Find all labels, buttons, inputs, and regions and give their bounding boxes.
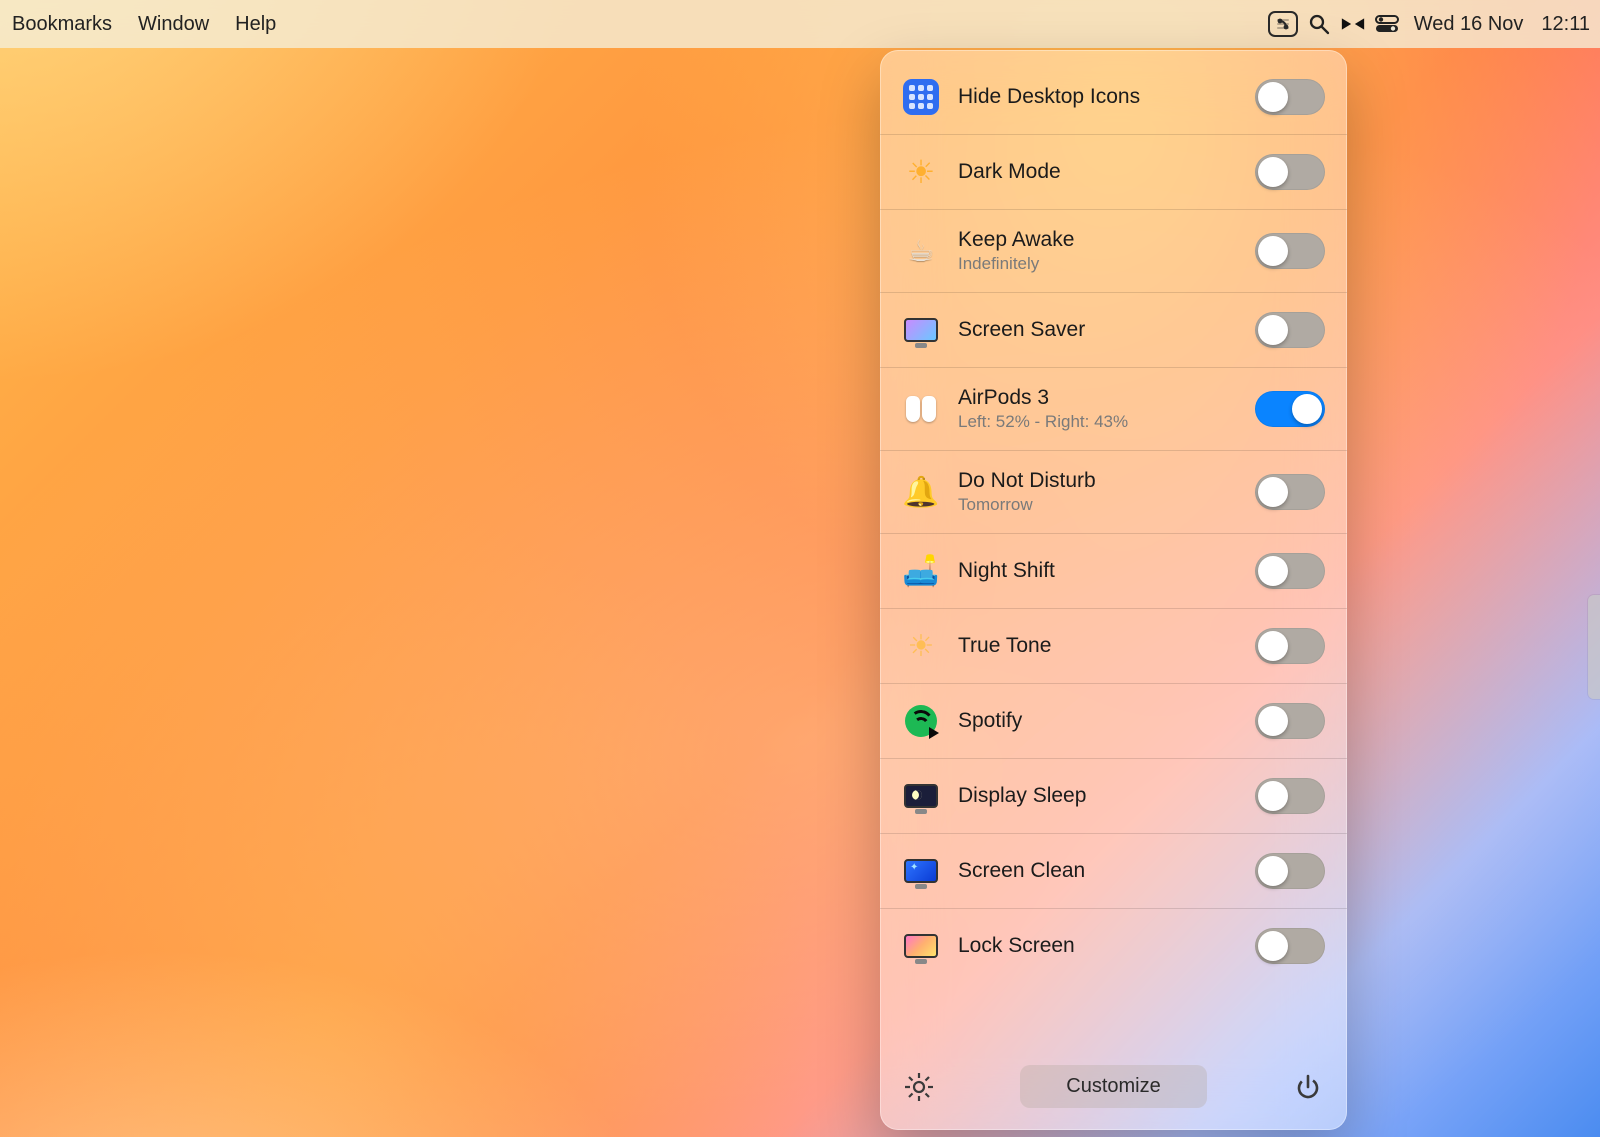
menu-bookmarks[interactable]: Bookmarks xyxy=(12,13,112,36)
toggle-hide-desktop-icons[interactable] xyxy=(1255,79,1325,115)
switch-row-lock-screen: Lock Screen xyxy=(880,909,1347,983)
control-center-icon[interactable] xyxy=(1374,11,1400,37)
switch-row-dark-mode: ☀︎ Dark Mode xyxy=(880,135,1347,210)
lock-screen-icon xyxy=(904,934,938,958)
menu-help[interactable]: Help xyxy=(235,13,276,36)
switch-label: Spotify xyxy=(958,709,1237,733)
sun-icon: ☀︎ xyxy=(907,153,936,191)
airpods-icon xyxy=(906,396,936,422)
switch-row-screen-saver: Screen Saver xyxy=(880,293,1347,368)
switch-label: Lock Screen xyxy=(958,934,1237,958)
menu-bar: Bookmarks Window Help Wed 16 Nov 12:11 xyxy=(0,0,1600,48)
coffee-cup-icon: ☕︎ xyxy=(908,234,935,269)
toggle-spotify[interactable] xyxy=(1255,703,1325,739)
toggle-keep-awake[interactable] xyxy=(1255,233,1325,269)
bell-icon: 🔔 xyxy=(902,475,939,510)
lamp-icon: 🛋️ xyxy=(902,554,939,589)
menubar-date[interactable]: Wed 16 Nov xyxy=(1414,13,1524,36)
switch-row-do-not-disturb: 🔔 Do Not DisturbTomorrow xyxy=(880,451,1347,534)
monitor-icon xyxy=(904,318,938,342)
switch-row-keep-awake: ☕︎ Keep AwakeIndefinitely xyxy=(880,210,1347,293)
switch-label: Do Not Disturb xyxy=(958,469,1237,493)
power-icon[interactable] xyxy=(1291,1070,1325,1104)
switch-label: Keep Awake xyxy=(958,228,1237,252)
switch-label: True Tone xyxy=(958,634,1237,658)
switch-label: AirPods 3 xyxy=(958,386,1237,410)
menubar-bowtie-icon[interactable] xyxy=(1340,11,1366,37)
switch-label: Hide Desktop Icons xyxy=(958,85,1237,109)
switch-sublabel: Tomorrow xyxy=(958,495,1237,515)
toggle-true-tone[interactable] xyxy=(1255,628,1325,664)
desktop-wallpaper xyxy=(0,0,1600,1137)
toggle-screen-saver[interactable] xyxy=(1255,312,1325,348)
switch-row-display-sleep: Display Sleep xyxy=(880,759,1347,834)
switch-label: Dark Mode xyxy=(958,160,1237,184)
toggle-display-sleep[interactable] xyxy=(1255,778,1325,814)
menubar-time[interactable]: 12:11 xyxy=(1541,13,1590,36)
switch-row-true-tone: ☀︎ True Tone xyxy=(880,609,1347,684)
switch-sublabel: Indefinitely xyxy=(958,254,1237,274)
toggle-airpods-3[interactable] xyxy=(1255,391,1325,427)
scroll-indicator[interactable] xyxy=(1588,595,1600,699)
customize-button[interactable]: Customize xyxy=(1020,1065,1206,1108)
switch-label: Screen Saver xyxy=(958,318,1237,342)
switch-row-screen-clean: Screen Clean xyxy=(880,834,1347,909)
switch-row-night-shift: 🛋️ Night Shift xyxy=(880,534,1347,609)
display-sleep-icon xyxy=(904,784,938,808)
toggle-dark-mode[interactable] xyxy=(1255,154,1325,190)
toggle-night-shift[interactable] xyxy=(1255,553,1325,589)
toggle-do-not-disturb[interactable] xyxy=(1255,474,1325,510)
grid-icon xyxy=(903,79,939,115)
spotlight-search-icon[interactable] xyxy=(1306,11,1332,37)
switch-label: Screen Clean xyxy=(958,859,1237,883)
settings-gear-icon[interactable] xyxy=(902,1070,936,1104)
switches-panel: Hide Desktop Icons ☀︎ Dark Mode ☕︎ Keep Awak… xyxy=(880,50,1347,1130)
switch-row-hide-desktop-icons: Hide Desktop Icons xyxy=(880,60,1347,135)
menubar-app-icon[interactable] xyxy=(1268,11,1298,37)
switch-row-airpods-3: AirPods 3Left: 52% - Right: 43% xyxy=(880,368,1347,451)
true-tone-icon: ☀︎ xyxy=(908,629,935,664)
switch-label: Display Sleep xyxy=(958,784,1237,808)
switch-label: Night Shift xyxy=(958,559,1237,583)
toggle-lock-screen[interactable] xyxy=(1255,928,1325,964)
switch-row-spotify: Spotify xyxy=(880,684,1347,759)
spotify-icon xyxy=(905,705,937,737)
menu-window[interactable]: Window xyxy=(138,13,209,36)
switch-sublabel: Left: 52% - Right: 43% xyxy=(958,412,1237,432)
screen-clean-icon xyxy=(904,859,938,883)
toggle-screen-clean[interactable] xyxy=(1255,853,1325,889)
